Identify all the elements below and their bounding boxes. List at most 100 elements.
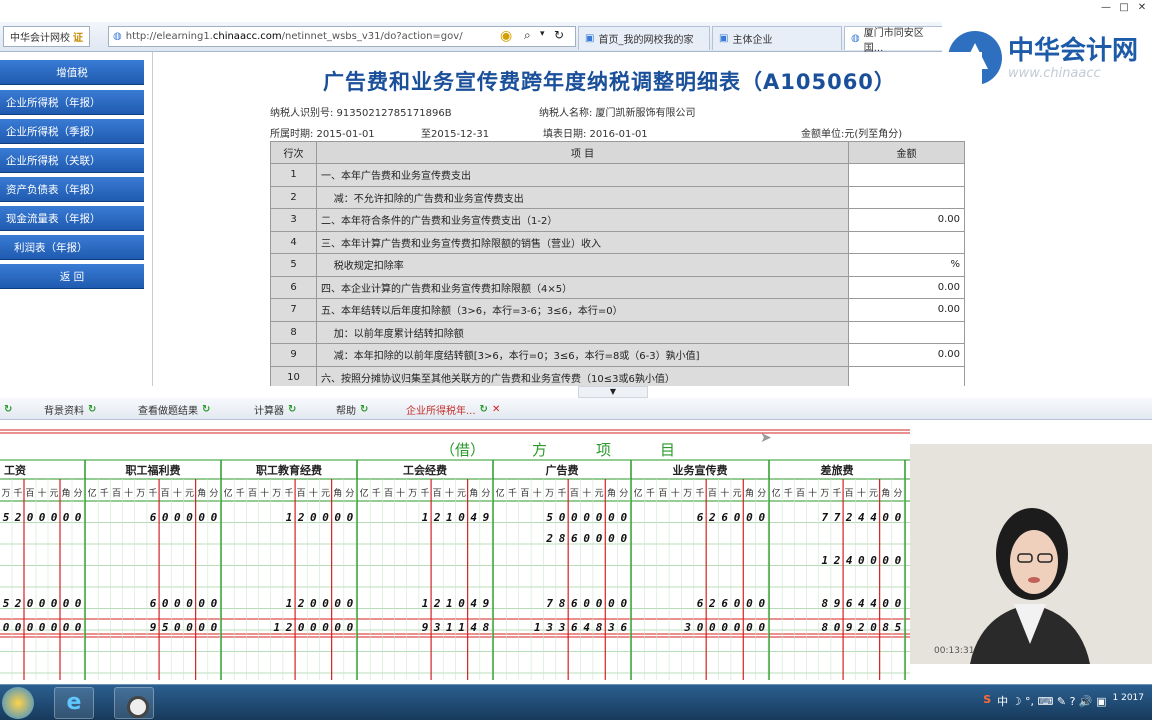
close-window-button[interactable]: ✕	[1134, 0, 1150, 16]
tab-home[interactable]: ▣ 首页_我的网校我的家	[578, 26, 710, 50]
header-row-no: 行次	[270, 141, 317, 164]
ledger-digit: 9	[150, 621, 157, 634]
ledger-digit-unit: 百	[845, 488, 854, 499]
ledger-digit: 0	[882, 597, 889, 610]
maximize-button[interactable]: □	[1116, 0, 1132, 16]
site-badge[interactable]: 中华会计网校 证	[3, 26, 90, 47]
table-row: 7 五、本年结转以后年度扣除额（3>6，本行=3-6；3≤6，本行=0） 0.00	[270, 298, 965, 322]
tab-main-enterprise[interactable]: ▣ 主体企业	[712, 26, 842, 50]
sidebar-item-cash-flow[interactable]: 现金流量表（年报）	[0, 206, 144, 231]
refresh-icon: ↻	[479, 404, 488, 415]
chevron-down-icon[interactable]: ▾	[540, 29, 545, 39]
amount-input[interactable]	[848, 163, 965, 187]
clock[interactable]: 1 2017	[1113, 693, 1145, 709]
ledger-digit: 0	[15, 621, 22, 634]
ledger-digit-unit: 十	[582, 487, 591, 499]
help-button[interactable]: 帮助 ↻	[336, 401, 368, 418]
ledger-digit: 0	[347, 597, 354, 610]
sidebar-item-balance-sheet[interactable]: 资产负债表（年报）	[0, 177, 144, 202]
sidebar-item-label: 资产负债表（年报）	[6, 183, 101, 196]
ledger-digit: 3	[433, 621, 441, 634]
ime-icon[interactable]: S	[983, 693, 991, 709]
ledger-digit-unit: 千	[372, 488, 381, 499]
ledger-column-header: 工会经费	[403, 463, 447, 477]
ledger-digit-unit: 十	[720, 487, 729, 499]
amount-input[interactable]	[848, 230, 965, 254]
sidebar-item-cit-annual[interactable]: 企业所得税（年报）	[0, 90, 144, 115]
calculator-button[interactable]: 计算器 ↻	[254, 401, 296, 418]
amount-input[interactable]	[848, 365, 965, 386]
refresh-icon[interactable]: ↻	[4, 401, 12, 418]
ledger-digit: 0	[734, 621, 741, 634]
amount-input[interactable]	[848, 185, 965, 209]
ledger-digit-unit: 元	[321, 489, 330, 499]
ledger-digit-unit: 分	[481, 488, 490, 499]
ledger-digit: 0	[27, 597, 34, 610]
amount-input[interactable]	[848, 320, 965, 344]
tray-icons[interactable]: 中 ☽ °, ⌨ ✎ ? 🔊 ▣	[997, 693, 1106, 709]
row-item: 税收规定扣除率	[316, 253, 849, 277]
ledger-digit: 2	[545, 532, 553, 545]
ledger-digit: 8	[822, 597, 829, 610]
split-handle[interactable]: ▼	[578, 386, 648, 398]
url-prefix: http://elearning1.	[125, 31, 213, 42]
mouse-cursor-icon: ➤	[760, 430, 772, 446]
ledger-digit-unit: 分	[619, 488, 628, 499]
sidebar-item-income-statement[interactable]: 利润表（年报）	[0, 235, 144, 260]
cert-icon[interactable]: 证	[73, 29, 83, 44]
ledger-digit: 0	[334, 597, 341, 610]
bottom-toolbar: ↻ 背景资料 ↻ 查看做题结果 ↻ 计算器 ↻ 帮助 ↻ 企业所得税年... ↻ ✕	[0, 398, 1152, 420]
minimize-button[interactable]: —	[1098, 0, 1114, 16]
ledger-digit-unit: 十	[445, 487, 454, 499]
tab-cit-annual[interactable]: 企业所得税年... ↻ ✕	[406, 401, 500, 418]
ledger-digit: 1	[458, 621, 465, 634]
ledger-digit-unit: 亿	[224, 487, 233, 499]
tab-label: 厦门市同安区国...	[863, 27, 924, 54]
background-info-button[interactable]: 背景资料 ↻	[44, 401, 96, 418]
ledger-digit: 0	[583, 511, 590, 524]
ledger-digit-unit: 百	[248, 488, 257, 499]
ledger-digit-unit: 千	[236, 488, 245, 499]
ledger-digit: 4	[846, 554, 853, 567]
ledger-digit-unit: 千	[832, 488, 841, 499]
ledger-digit: 9	[846, 621, 853, 634]
ledger-digit: 0	[608, 597, 615, 610]
close-icon[interactable]: ✕	[492, 404, 500, 415]
recorder-taskbar-icon[interactable]	[114, 687, 154, 719]
ledger-digit: 7	[546, 597, 553, 610]
search-icon[interactable]: ⌕	[524, 28, 531, 43]
sidebar-item-cit-related[interactable]: 企业所得税（关联）	[0, 148, 144, 173]
site-badge-label: 中华会计网校	[10, 33, 70, 44]
ie-taskbar-icon[interactable]: e	[54, 687, 94, 719]
globe-icon: ◍	[113, 31, 122, 42]
ledger-digit-unit: 千	[148, 488, 157, 499]
rate-input[interactable]: %	[848, 253, 965, 277]
tab-tax-bureau[interactable]: ◍ 厦门市同安区国...	[844, 26, 950, 54]
ledger-digit: 1	[534, 621, 541, 634]
ledger-digit-unit: 百	[25, 488, 34, 499]
ledger-digit: 0	[51, 511, 58, 524]
ledger-digit: 4	[470, 511, 477, 524]
fill-date: 填表日期: 2016-01-01	[543, 129, 648, 140]
start-button[interactable]	[2, 687, 34, 719]
ledger-digit-unit: 亿	[634, 487, 643, 499]
ledger-digit-unit: 亿	[496, 487, 505, 499]
ledger-digit: 0	[63, 621, 70, 634]
ledger-digit: 0	[198, 621, 205, 634]
ledger-digit: 0	[27, 621, 34, 634]
ledger-digit: 0	[186, 511, 193, 524]
instructor-video: 00:13:31	[910, 444, 1152, 664]
refresh-icon[interactable]: ↻	[554, 28, 564, 42]
ledger-header-char: 方	[532, 441, 548, 459]
ledger-digit: 0	[458, 511, 465, 524]
sidebar-item-back[interactable]: 返 回	[0, 264, 144, 289]
ledger-digit: 0	[186, 621, 193, 634]
ledger-digit-unit: 万	[136, 489, 145, 499]
ledger-digit-unit: 角	[607, 487, 616, 499]
sidebar-item-cit-quarterly[interactable]: 企业所得税（季报）	[0, 119, 144, 144]
sidebar-item-vat[interactable]: 增值税	[0, 60, 144, 85]
ledger-digit: 1	[822, 554, 829, 567]
ledger-digit: 5	[895, 621, 902, 634]
compat-icon[interactable]: ◉	[500, 28, 512, 44]
view-results-button[interactable]: 查看做题结果 ↻	[138, 401, 210, 418]
